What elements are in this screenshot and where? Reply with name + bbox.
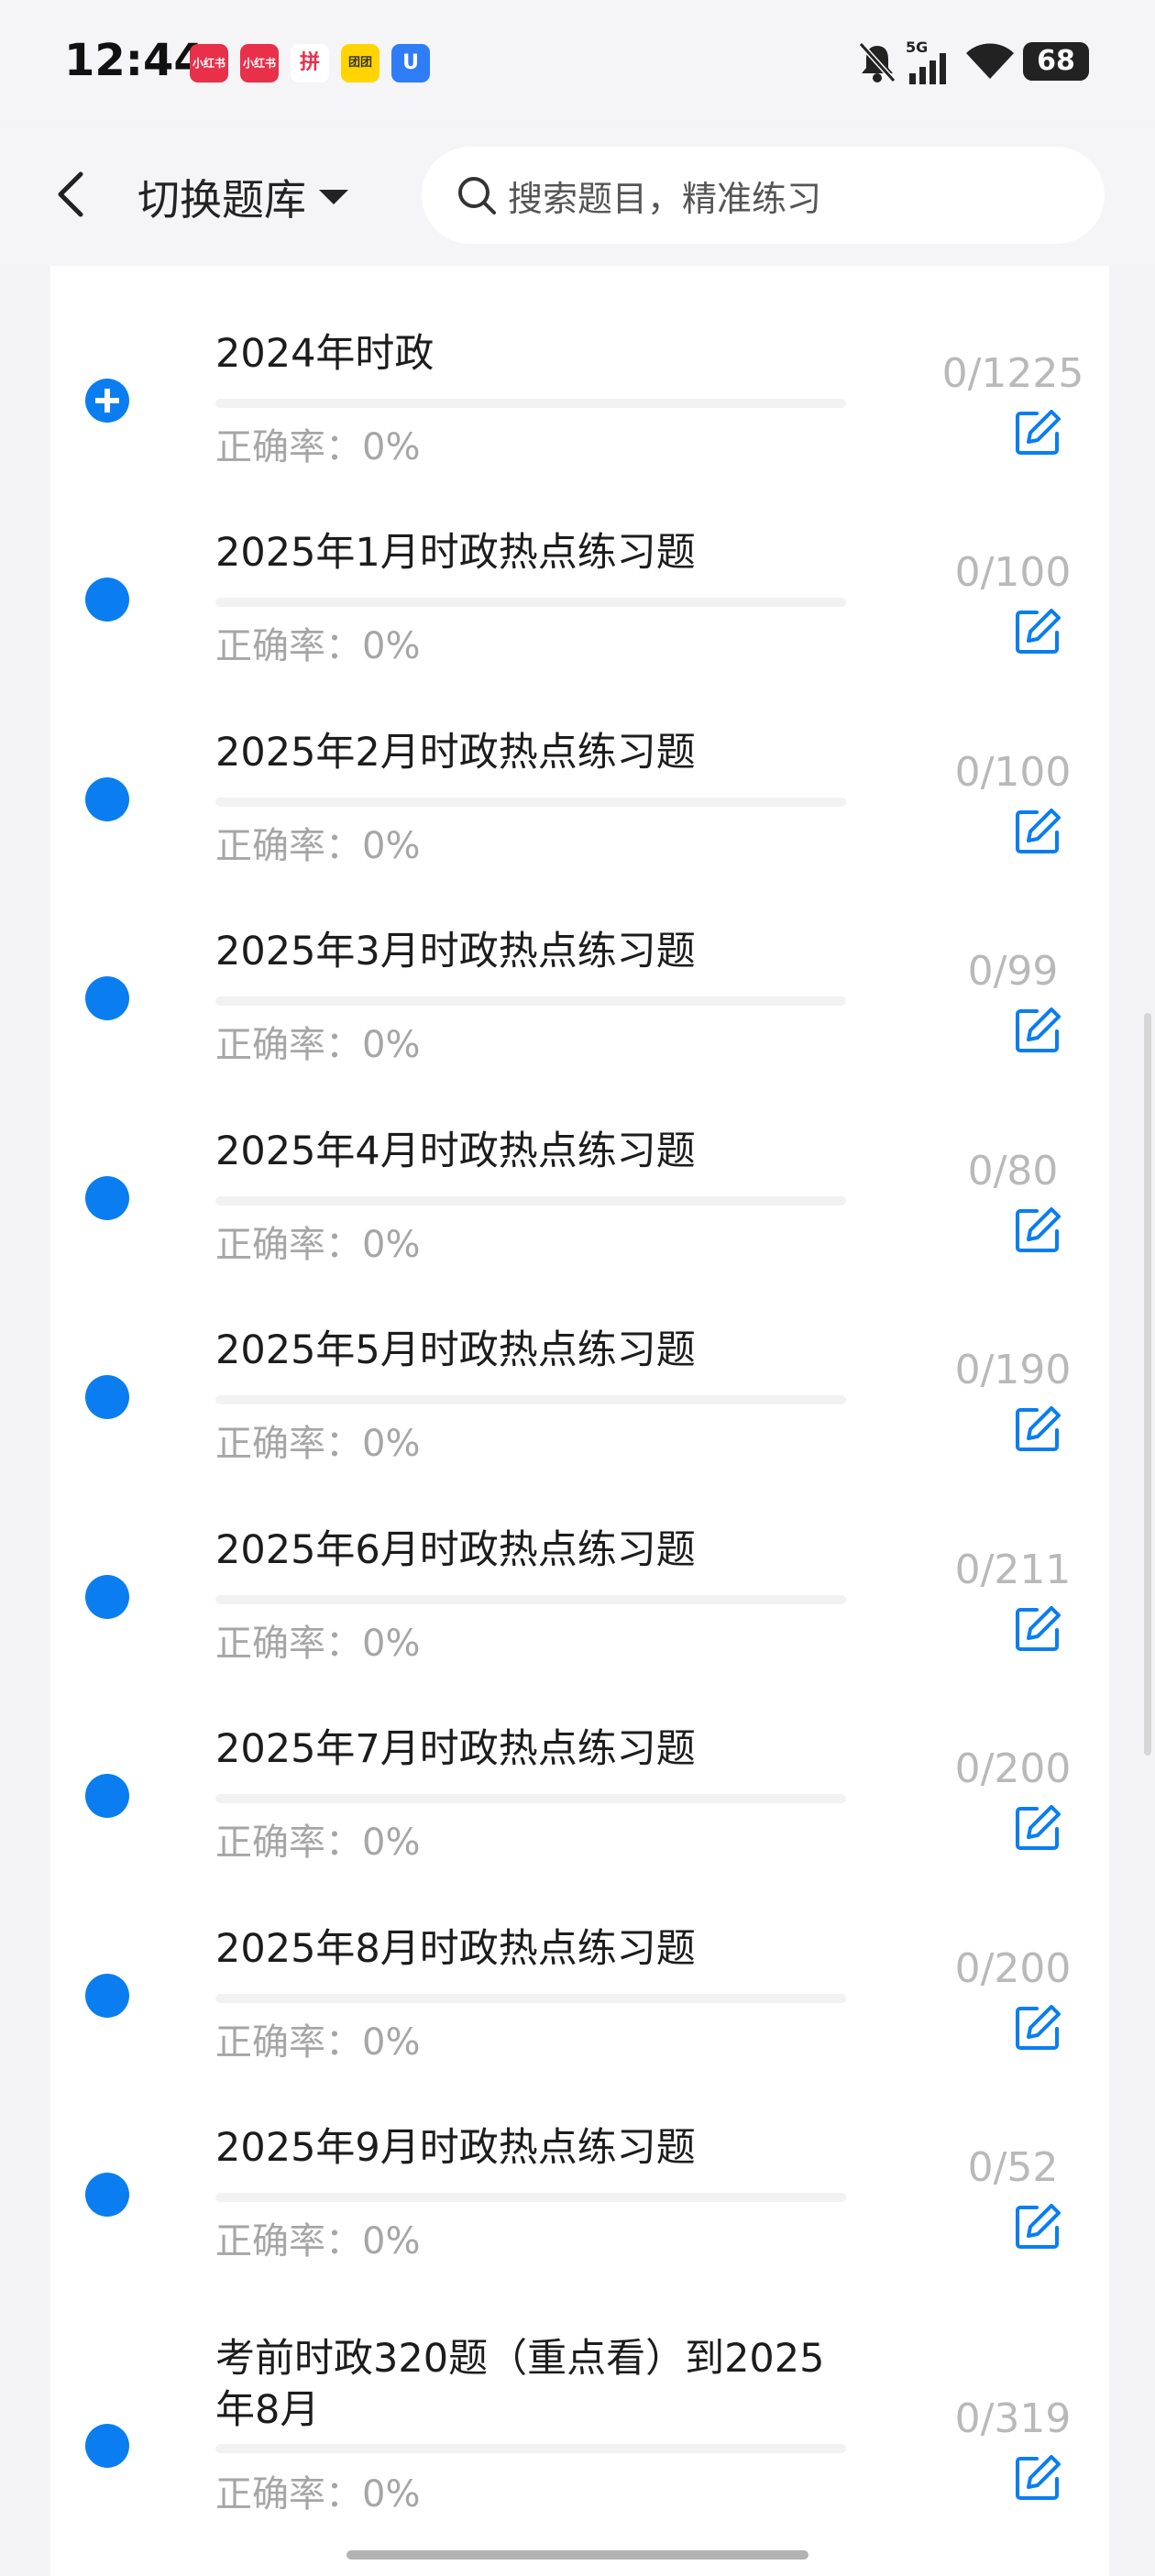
progress-bar bbox=[215, 1595, 846, 1604]
bullet-dot-icon bbox=[85, 1575, 129, 1619]
question-count: 0/1225 bbox=[941, 350, 1084, 397]
item-title: 2025年4月时政热点练习题 bbox=[215, 1128, 696, 1174]
question-count: 0/80 bbox=[967, 1148, 1059, 1194]
progress-bar bbox=[215, 996, 846, 1006]
accuracy-label: 正确率：0% bbox=[215, 1423, 421, 1465]
progress-bar bbox=[215, 1994, 846, 2003]
expand-plus-icon[interactable] bbox=[85, 379, 129, 423]
mute-bell-icon bbox=[858, 41, 896, 83]
wifi-icon bbox=[966, 43, 1014, 79]
search-input[interactable]: 搜索题目，精准练习 bbox=[508, 171, 821, 221]
item-title: 2025年7月时政热点练习题 bbox=[215, 1726, 696, 1772]
edit-practice-icon[interactable] bbox=[1013, 2202, 1062, 2251]
back-button[interactable] bbox=[48, 167, 94, 222]
chevron-left-icon bbox=[58, 171, 83, 217]
list-item[interactable]: 2024年时政正确率：0% 0/1225 bbox=[0, 303, 1155, 501]
xiaohongshu-app-icon: 小红书 bbox=[240, 44, 279, 83]
item-title: 2024年时政 bbox=[215, 331, 434, 377]
edit-practice-icon[interactable] bbox=[1013, 1006, 1062, 1055]
accuracy-label: 正确率：0% bbox=[215, 1822, 421, 1864]
progress-bar bbox=[215, 798, 846, 807]
progress-bar bbox=[215, 1794, 846, 1803]
question-count: 0/319 bbox=[954, 2395, 1072, 2442]
pinduoduo-app-icon: 拼 bbox=[291, 44, 329, 83]
list-item[interactable]: 2025年4月时政热点练习题正确率：0% 0/80 bbox=[0, 1100, 1155, 1299]
page-title: 切换题库 bbox=[138, 175, 306, 225]
edit-practice-icon[interactable] bbox=[1013, 1604, 1062, 1654]
progress-bar bbox=[215, 1196, 846, 1205]
tuantuan-app-icon: 团团 bbox=[341, 44, 380, 83]
bullet-dot-icon bbox=[85, 2424, 129, 2468]
progress-bar bbox=[215, 1395, 846, 1404]
list-item[interactable]: 2025年7月时政热点练习题正确率：0% 0/200 bbox=[0, 1698, 1155, 1897]
question-count: 0/190 bbox=[954, 1347, 1072, 1393]
item-title: 2025年1月时政热点练习题 bbox=[215, 530, 696, 576]
home-indicator[interactable] bbox=[346, 2550, 808, 2559]
accuracy-label: 正确率：0% bbox=[215, 426, 421, 468]
list-item[interactable]: 2025年9月时政热点练习题正确率：0% 0/52 bbox=[0, 2097, 1155, 2295]
question-count: 0/200 bbox=[954, 1745, 1072, 1792]
progress-bar bbox=[215, 399, 846, 408]
caret-down-icon bbox=[319, 190, 348, 204]
search-icon bbox=[458, 177, 496, 215]
accuracy-label: 正确率：0% bbox=[215, 1224, 421, 1266]
edit-practice-icon[interactable] bbox=[1013, 2003, 1062, 2053]
progress-bar bbox=[215, 598, 846, 607]
list-item[interactable]: 考前时政320题（重点看）到2025年8月正确率：0% 0/319 bbox=[0, 2296, 1155, 2515]
battery-indicator: 68 bbox=[1023, 42, 1089, 81]
bullet-dot-icon bbox=[85, 777, 129, 821]
item-title: 2025年6月时政热点练习题 bbox=[215, 1527, 696, 1573]
search-bar[interactable]: 搜索题目，精准练习 bbox=[422, 147, 1105, 244]
question-count: 0/200 bbox=[954, 1945, 1072, 1992]
progress-bar bbox=[215, 2444, 846, 2453]
list-item[interactable]: 2025年2月时政热点练习题正确率：0% 0/100 bbox=[0, 701, 1155, 900]
u-app-icon: U bbox=[391, 44, 430, 83]
bullet-dot-icon bbox=[85, 1176, 129, 1220]
list-item[interactable]: 2025年3月时政热点练习题 正确率：0% 0/99 bbox=[0, 900, 1155, 1099]
item-title: 2025年5月时政热点练习题 bbox=[215, 1327, 696, 1373]
progress-bar bbox=[215, 2193, 846, 2202]
edit-practice-icon[interactable] bbox=[1013, 807, 1062, 856]
list-item[interactable]: 2025年1月时政热点练习题正确率：0% 0/100 bbox=[0, 501, 1155, 700]
accuracy-label: 正确率：0% bbox=[215, 2473, 421, 2515]
bullet-dot-icon bbox=[85, 2173, 129, 2217]
question-count: 0/99 bbox=[967, 948, 1059, 995]
signal-icon bbox=[909, 53, 946, 84]
question-count: 0/100 bbox=[954, 549, 1072, 596]
accuracy-label: 正确率：0% bbox=[215, 2021, 421, 2064]
switch-bank-dropdown[interactable]: 切换题库 bbox=[138, 165, 348, 229]
question-count: 0/211 bbox=[954, 1547, 1072, 1593]
bullet-dot-icon bbox=[85, 1774, 129, 1818]
accuracy-label: 正确率：0% bbox=[215, 1024, 421, 1066]
accuracy-label: 正确率：0% bbox=[215, 625, 421, 667]
scrollbar[interactable] bbox=[1144, 1013, 1151, 1756]
list-item[interactable]: 2025年5月时政热点练习题正确率：0% 0/190 bbox=[0, 1299, 1155, 1498]
edit-practice-icon[interactable] bbox=[1013, 2453, 1062, 2503]
bullet-dot-icon bbox=[85, 1974, 129, 2018]
bullet-dot-icon bbox=[85, 1375, 129, 1419]
item-title: 2025年9月时政热点练习题 bbox=[215, 2125, 696, 2171]
item-title: 2025年3月时政热点练习题 bbox=[215, 929, 696, 974]
status-time: 12:44 bbox=[64, 35, 204, 86]
list-item[interactable]: 2025年8月时政热点练习题 正确率：0% 0/200 bbox=[0, 1898, 1155, 2097]
edit-practice-icon[interactable] bbox=[1013, 1404, 1062, 1454]
bullet-dot-icon bbox=[85, 578, 129, 622]
accuracy-label: 正确率：0% bbox=[215, 1623, 421, 1665]
edit-practice-icon[interactable] bbox=[1013, 1205, 1062, 1255]
item-title: 考前时政320题（重点看）到2025年8月 bbox=[215, 2336, 825, 2433]
question-count: 0/52 bbox=[967, 2144, 1059, 2191]
list-item[interactable]: 2025年6月时政热点练习题正确率：0% 0/211 bbox=[0, 1499, 1155, 1698]
item-title: 2025年8月时政热点练习题 bbox=[215, 1926, 696, 1972]
xiaohongshu-app-icon: 小红书 bbox=[190, 44, 228, 83]
question-count: 0/100 bbox=[954, 749, 1072, 796]
status-bar: 12:44 小红书 小红书 拼 团团 U 5G 68 bbox=[0, 0, 1155, 124]
accuracy-label: 正确率：0% bbox=[215, 825, 421, 867]
edit-practice-icon[interactable] bbox=[1013, 1803, 1062, 1853]
edit-practice-icon[interactable] bbox=[1013, 408, 1062, 457]
item-title: 2025年2月时政热点练习题 bbox=[215, 730, 696, 776]
edit-practice-icon[interactable] bbox=[1013, 607, 1062, 656]
accuracy-label: 正确率：0% bbox=[215, 2220, 421, 2262]
bullet-dot-icon bbox=[85, 976, 129, 1020]
